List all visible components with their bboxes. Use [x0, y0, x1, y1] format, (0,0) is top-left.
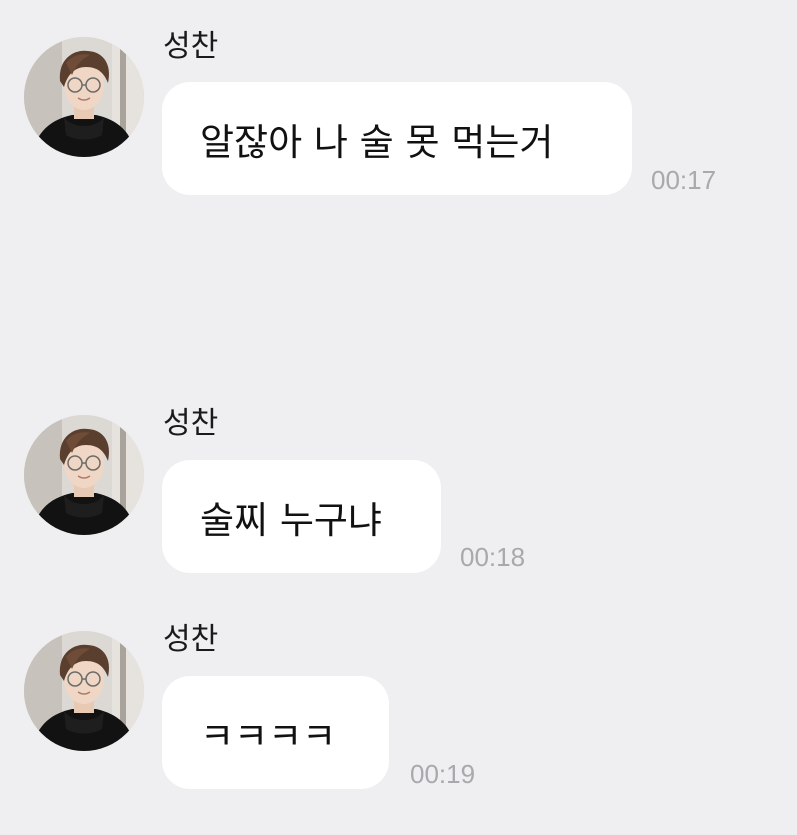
- avatar[interactable]: [24, 415, 144, 535]
- profile-photo-icon: [24, 631, 144, 751]
- message-time: 00:17: [651, 165, 717, 195]
- profile-photo-icon: [24, 415, 144, 535]
- profile-photo-icon: [24, 37, 144, 157]
- message-text: 알잖아 나 술 못 먹는거: [200, 120, 554, 164]
- avatar[interactable]: [24, 631, 144, 751]
- sender-name: 성찬: [163, 622, 219, 657]
- message-bubble[interactable]: 알잖아 나 술 못 먹는거: [162, 82, 632, 195]
- message-bubble[interactable]: ㅋㅋㅋㅋ: [162, 676, 389, 789]
- message-time: 00:18: [460, 542, 526, 572]
- message-text: ㅋㅋㅋㅋ: [200, 714, 337, 758]
- sender-name: 성찬: [163, 29, 219, 64]
- message-bubble[interactable]: 술찌 누구냐: [162, 460, 441, 573]
- avatar[interactable]: [24, 37, 144, 157]
- message-text: 술찌 누구냐: [200, 498, 382, 542]
- message-time: 00:19: [410, 759, 476, 789]
- sender-name: 성찬: [163, 406, 219, 441]
